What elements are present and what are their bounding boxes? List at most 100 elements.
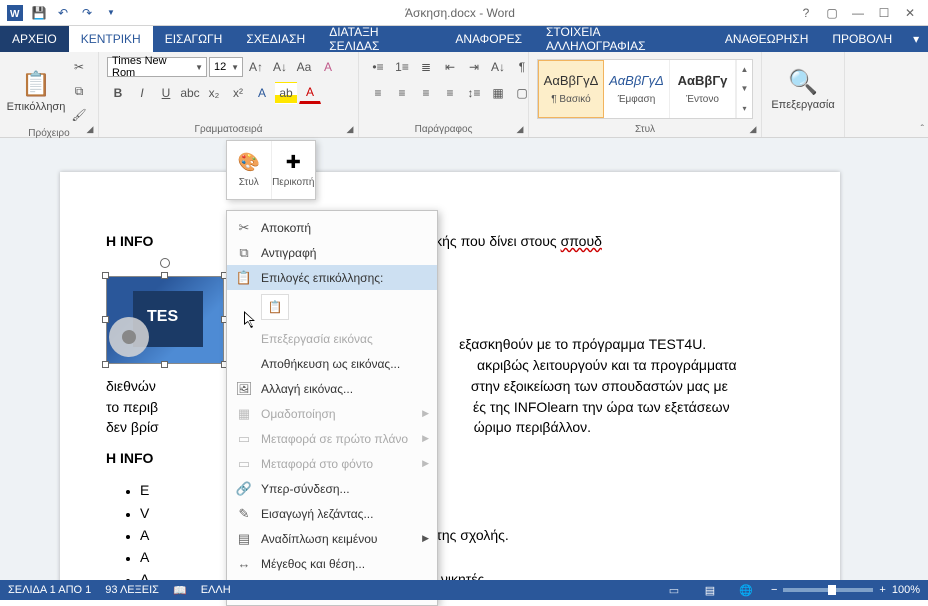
editing-button[interactable]: 🔍 Επεξεργασία [770, 56, 836, 122]
gallery-down-icon[interactable]: ▼ [736, 79, 752, 98]
collapse-ribbon-caret-icon[interactable]: ˆ [921, 124, 924, 135]
font-name-combo[interactable]: Times New Rom▼ [107, 57, 207, 77]
tab-insert[interactable]: ΕΙΣΑΓΩΓΗ [153, 26, 235, 52]
status-page[interactable]: ΣΕΛΙΔΑ 1 ΑΠΟ 1 [8, 584, 91, 596]
multilevel-button[interactable]: ≣ [415, 56, 437, 78]
tab-mailings[interactable]: ΣΤΟΙΧΕΙΑ ΑΛΛΗΛΟΓΡΑΦΙΑΣ [534, 26, 713, 52]
rotate-handle[interactable] [160, 258, 170, 268]
context-item[interactable]: ▤Αναδίπλωση κειμένου▶ [227, 526, 437, 551]
status-language[interactable]: ΕΛΛΗ [201, 584, 231, 596]
resize-handle[interactable] [161, 361, 168, 368]
tab-home[interactable]: ΚΕΝΤΡΙΚΗ [69, 26, 153, 52]
tab-layout[interactable]: ΔΙΑΤΑΞΗ ΣΕΛΙΔΑΣ [317, 26, 443, 52]
gallery-up-icon[interactable]: ▲ [736, 60, 752, 79]
tab-review[interactable]: ΑΝΑΘΕΩΡΗΣΗ [713, 26, 820, 52]
text-effects-button[interactable]: A [251, 82, 273, 104]
ribbon-display-icon[interactable]: ▢ [820, 2, 844, 24]
style-strong[interactable]: ΑαΒβΓγ Έντονο [670, 60, 736, 118]
paste-button[interactable]: 📋 Επικόλληση [8, 58, 64, 124]
tab-file[interactable]: ΑΡΧΕΙΟ [0, 26, 69, 52]
zoom-value[interactable]: 100% [892, 584, 920, 596]
highlight-button[interactable]: ab [275, 82, 297, 104]
tab-view[interactable]: ΠΡΟΒΟΛΗ [820, 26, 904, 52]
zoom-slider[interactable] [783, 588, 873, 592]
change-case-button[interactable]: Aa [293, 56, 315, 78]
clipboard-launcher-icon[interactable]: ◢ [84, 123, 96, 135]
view-print-icon[interactable]: ▤ [699, 582, 721, 598]
bold-button[interactable]: B [107, 82, 129, 104]
selected-image[interactable]: TES [106, 276, 224, 364]
sort-button[interactable]: A↓ [487, 56, 509, 78]
context-item[interactable]: ✂Αποκοπή [227, 215, 437, 240]
mini-style-button[interactable]: 🎨 Στυλ [227, 141, 271, 199]
tab-references[interactable]: ΑΝΑΦΟΡΕΣ [443, 26, 534, 52]
shading-button[interactable]: ▦ [487, 82, 509, 104]
save-icon[interactable]: 💾 [28, 2, 50, 24]
help-icon[interactable]: ? [794, 2, 818, 24]
undo-icon[interactable]: ↶ [52, 2, 74, 24]
numbering-button[interactable]: 1≡ [391, 56, 413, 78]
font-launcher-icon[interactable]: ◢ [344, 123, 356, 135]
context-item[interactable]: 📋Επιλογές επικόλλησης: [227, 265, 437, 290]
minimize-icon[interactable]: — [846, 2, 870, 24]
resize-handle[interactable] [161, 272, 168, 279]
word-icon[interactable]: W [4, 2, 26, 24]
style-emphasis[interactable]: ΑαΒβΓγΔ Έμφαση [604, 60, 670, 118]
context-item[interactable]: ⧉Αντιγραφή [227, 240, 437, 265]
document-area[interactable]: Η INFOxxxxxxxxxxxxxxxxxxxxxxxxxxxxxxxxxx… [0, 138, 928, 580]
font-size-combo[interactable]: 12▼ [209, 57, 243, 77]
view-read-icon[interactable]: ▭ [663, 582, 685, 598]
status-proofing-icon[interactable]: 📖 [173, 584, 187, 597]
justify-button[interactable]: ≡ [439, 82, 461, 104]
context-item[interactable]: Αποθήκευση ως εικόνας... [227, 351, 437, 376]
increase-indent-button[interactable]: ⇥ [463, 56, 485, 78]
context-item[interactable]: 🖼Αλλαγή εικόνας... [227, 376, 437, 401]
cut-button[interactable]: ✂ [68, 56, 90, 78]
mini-style-label: Στυλ [239, 177, 259, 188]
resize-handle[interactable] [102, 361, 109, 368]
copy-button[interactable]: ⧉ [68, 80, 90, 102]
align-left-button[interactable]: ≡ [367, 82, 389, 104]
collapse-ribbon-icon[interactable]: ▾ [904, 26, 928, 52]
gallery-more-icon[interactable]: ▾ [736, 99, 752, 118]
context-item[interactable]: ↔Μέγεθος και θέση... [227, 551, 437, 576]
subscript-button[interactable]: x₂ [203, 82, 225, 104]
zoom-thumb[interactable] [828, 585, 836, 595]
clear-formatting-button[interactable]: A [317, 56, 339, 78]
underline-button[interactable]: U [155, 82, 177, 104]
zoom-out-button[interactable]: − [771, 584, 777, 596]
zoom-in-button[interactable]: + [879, 584, 885, 596]
maximize-icon[interactable]: ☐ [872, 2, 896, 24]
group-font: Times New Rom▼ 12▼ A↑ A↓ Aa A B I U abc … [99, 52, 359, 137]
resize-handle[interactable] [102, 316, 109, 323]
mini-crop-button[interactable]: ✚ Περικοπή [271, 141, 316, 199]
italic-button[interactable]: I [131, 82, 153, 104]
style-gallery[interactable]: ΑαΒβΓγΔ ¶ Βασικό ΑαΒβΓγΔ Έμφαση ΑαΒβΓγ Έ… [537, 59, 753, 119]
style-normal[interactable]: ΑαΒβΓγΔ ¶ Βασικό [538, 60, 604, 118]
qat-customize-icon[interactable]: ▼ [100, 2, 122, 24]
redo-icon[interactable]: ↷ [76, 2, 98, 24]
bullets-button[interactable]: •≡ [367, 56, 389, 78]
window-title: Άσκηση.docx - Word [126, 6, 794, 20]
strikethrough-button[interactable]: abc [179, 82, 201, 104]
status-words[interactable]: 93 ΛΕΞΕΙΣ [105, 584, 159, 596]
context-item[interactable]: ✎Εισαγωγή λεζάντας... [227, 501, 437, 526]
group-paragraph: •≡ 1≡ ≣ ⇤ ⇥ A↓ ¶ ≡ ≡ ≡ ≡ ↕≡ ▦ ▢ Παράγραφ… [359, 52, 529, 137]
line-spacing-button[interactable]: ↕≡ [463, 82, 485, 104]
close-icon[interactable]: ✕ [898, 2, 922, 24]
paste-option-button[interactable]: 📋 [261, 294, 289, 320]
grow-font-button[interactable]: A↑ [245, 56, 267, 78]
page[interactable]: Η INFOxxxxxxxxxxxxxxxxxxxxxxxxxxxxxxxxxx… [60, 172, 840, 580]
font-color-button[interactable]: A [299, 82, 321, 104]
styles-launcher-icon[interactable]: ◢ [747, 123, 759, 135]
shrink-font-button[interactable]: A↓ [269, 56, 291, 78]
superscript-button[interactable]: x² [227, 82, 249, 104]
view-web-icon[interactable]: 🌐 [735, 582, 757, 598]
align-right-button[interactable]: ≡ [415, 82, 437, 104]
context-item[interactable]: 🔗Υπερ-σύνδεση... [227, 476, 437, 501]
decrease-indent-button[interactable]: ⇤ [439, 56, 461, 78]
align-center-button[interactable]: ≡ [391, 82, 413, 104]
tab-design[interactable]: ΣΧΕΔΙΑΣΗ [234, 26, 317, 52]
resize-handle[interactable] [102, 272, 109, 279]
paragraph-launcher-icon[interactable]: ◢ [514, 123, 526, 135]
